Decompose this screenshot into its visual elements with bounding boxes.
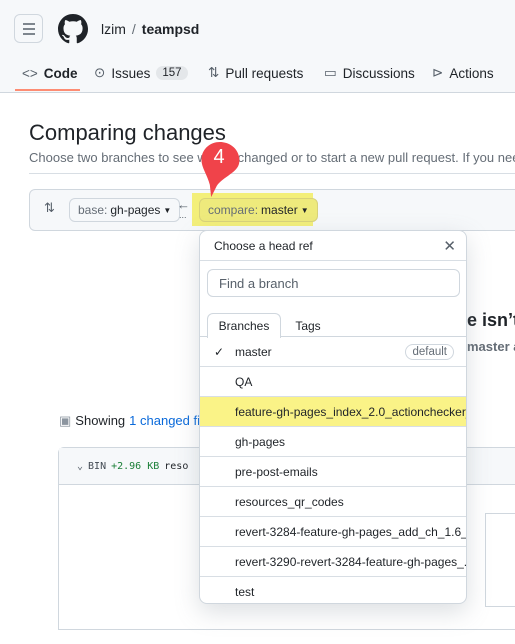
divider [29,173,515,174]
tab-branches[interactable]: Branches [207,313,281,338]
branch-search-input[interactable] [207,269,460,297]
ref-tabs: Branches Tags [200,313,466,338]
branch-list: ✓ master default QA feature-gh-pages_index_2… [200,337,466,603]
dropdown-header: Choose a head ref ✕ [200,231,466,261]
branch-name: pre-post-emails [235,464,318,479]
issues-count: 157 [156,66,188,80]
branch-name: resources_qr_codes [235,494,344,509]
branch-name: revert-3290-revert-3284-feature-gh-pages… [235,554,467,569]
branch-name: QA [235,374,253,389]
showing-files: ▣ Showing 1 changed fil [59,413,203,429]
branch-name: master [235,344,272,359]
blankslate-heading: e isn’t [467,310,515,330]
tab-issues[interactable]: ⊙ Issues 157 [94,63,188,83]
branch-item[interactable]: revert-3290-revert-3284-feature-gh-pages… [200,547,466,577]
tab-pull-requests[interactable]: ⇅ Pull requests [208,63,303,83]
check-icon: ✓ [214,344,225,359]
repo-link[interactable]: teampsd [142,21,200,37]
tab-discussions[interactable]: ▭ Discussions [324,63,415,83]
pull-request-icon: ⇅ [208,65,220,80]
branch-item[interactable]: pre-post-emails [200,457,466,487]
caret-down-icon: ▼ [163,205,172,215]
branch-name: feature-gh-pages_index_2.0_actionchecker… [235,404,467,419]
menu-button[interactable] [14,14,43,43]
branch-name: revert-3284-feature-gh-pages_add_ch_1.6_… [235,524,467,539]
play-icon: ⊳ [432,65,444,80]
page-subtitle: Choose two branches to see what’s change… [29,150,515,165]
chevron-down-icon[interactable]: ⌄ [77,461,83,472]
close-icon[interactable]: ✕ [443,237,456,255]
file-diff-icon: ▣ [59,413,72,428]
active-tab-underline [15,89,80,91]
compare-icon: ⇅ [44,200,55,215]
hamburger-icon [22,22,35,35]
branch-name: gh-pages [235,434,286,449]
branch-name: test [235,585,255,599]
branch-item[interactable]: ✓ master default [200,337,466,367]
breadcrumb: lzim / teampsd [101,21,200,37]
discussions-icon: ▭ [324,65,337,80]
branch-item[interactable]: gh-pages [200,427,466,457]
page-title: Comparing changes [29,120,226,145]
caret-down-icon: ▼ [300,205,309,215]
branch-item[interactable]: resources_qr_codes [200,487,466,517]
repo-header: lzim / teampsd <> Code ⊙ Issues 157 ⇅ Pull req… [0,0,515,93]
branch-item[interactable]: QA [200,367,466,397]
branch-item[interactable]: feature-gh-pages_index_2.0_actionchecker… [200,397,466,427]
github-logo-icon[interactable] [58,14,88,44]
branch-dropdown: Choose a head ref✕ Branches Tags ✓ master… [199,230,467,604]
branch-item[interactable]: revert-3284-feature-gh-pages_add_ch_1.6_… [200,517,466,547]
changed-files-link[interactable]: 1 changed fil [129,413,203,429]
step-number: 4 [213,146,225,168]
default-badge: default [405,343,454,360]
tab-tags[interactable]: Tags [288,313,328,338]
branch-item[interactable]: test [200,577,466,603]
tab-code[interactable]: <> Code [22,63,78,83]
image-preview [485,513,515,607]
tab-actions[interactable]: ⊳ Actions [432,63,494,83]
issue-icon: ⊙ [94,65,106,80]
owner-link[interactable]: lzim [101,21,126,37]
blankslate-text: master a [467,339,515,354]
dots: ... [179,210,187,220]
base-branch-button[interactable]: base: gh-pages ▼ [69,198,181,222]
code-icon: <> [22,65,38,81]
